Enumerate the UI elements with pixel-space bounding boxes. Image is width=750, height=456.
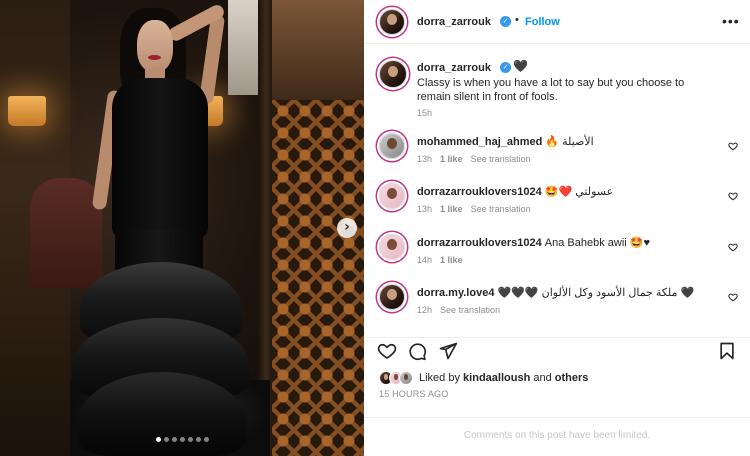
caption-time[interactable]: 15h	[417, 108, 432, 118]
carousel-indicator	[0, 437, 364, 442]
share-icon[interactable]	[438, 341, 458, 361]
carousel-dot	[195, 437, 201, 442]
comment-like-count[interactable]: 1 like	[440, 154, 463, 164]
bookmark-icon[interactable]	[717, 341, 737, 361]
commenter-avatar[interactable]	[379, 284, 405, 310]
comment-like-heart-icon[interactable]	[728, 141, 738, 151]
verified-badge-icon: ✓	[500, 16, 511, 27]
comment-time[interactable]: 12h	[417, 305, 432, 315]
comments-limited-notice: Comments on this post have been limited.	[364, 417, 750, 456]
comment-text: 🤩❤️ عسولتي	[544, 186, 614, 198]
post-photo[interactable]: ›	[0, 0, 364, 456]
likes-others-link[interactable]: others	[555, 372, 589, 384]
follow-button[interactable]: Follow	[525, 16, 560, 28]
comment-item: mohammed_haj_ahmed 🔥 الأصيلة 13h 1 like Se…	[364, 133, 750, 183]
commenter-username[interactable]: dorrazarrouklovers1024	[417, 186, 542, 198]
comment-body: mohammed_haj_ahmed 🔥 الأصيلة	[417, 135, 594, 148]
comment-item: dorra.my.love4 🖤🖤🖤 ملكة جمال الأسود وكل …	[364, 284, 750, 325]
commenter-username[interactable]: mohammed_haj_ahmed	[417, 136, 542, 148]
commenter-avatar[interactable]	[379, 234, 405, 260]
see-translation-link[interactable]: See translation	[471, 204, 531, 214]
liker-username[interactable]: kindaalloush	[463, 372, 530, 384]
comment-meta: 12h See translation	[417, 305, 508, 315]
comment-text: 🖤🖤🖤 ملكة جمال الأسود وكل الألوان 🖤	[497, 287, 695, 299]
header-separator: •	[515, 14, 519, 26]
comment-time[interactable]: 13h	[417, 204, 432, 214]
commenter-username[interactable]: dorra.my.love4	[417, 287, 494, 299]
more-options-icon[interactable]: •••	[722, 13, 740, 29]
comment-meta: 13h 1 like See translation	[417, 154, 539, 164]
carousel-dot	[179, 437, 185, 442]
post-header: dorra_zarrouk ✓ • Follow •••	[364, 0, 750, 44]
comment-like-count[interactable]: 1 like	[440, 204, 463, 214]
comment-body: dorrazarrouklovers1024 Ana Bahebk awii 🤩…	[417, 236, 650, 249]
comment-item: dorrazarrouklovers1024 🤩❤️ عسولتي 13h 1 l…	[364, 183, 750, 233]
commenter-avatar[interactable]	[379, 183, 405, 209]
commenter-username[interactable]: dorrazarrouklovers1024	[417, 237, 542, 249]
comment-like-heart-icon[interactable]	[728, 292, 738, 302]
likes-text: Liked by kindaalloush and others	[419, 372, 589, 384]
caption-text: Classy is when you have a lot to say but…	[417, 77, 685, 103]
comment-icon[interactable]	[407, 341, 427, 361]
post-details-panel: dorra_zarrouk ✓ • Follow ••• dorra_zarro…	[364, 0, 750, 456]
liker-avatar[interactable]	[399, 371, 413, 385]
verified-badge-icon: ✓	[500, 62, 511, 73]
caption-username[interactable]: dorra_zarrouk	[417, 62, 491, 74]
author-username[interactable]: dorra_zarrouk	[417, 16, 491, 28]
post-actions-bar	[364, 337, 750, 363]
caption-emoji: 🖤	[513, 59, 528, 73]
comment-text: 🔥 الأصيلة	[545, 136, 594, 148]
see-translation-link[interactable]: See translation	[440, 305, 500, 315]
comment-like-heart-icon[interactable]	[728, 191, 738, 201]
comment-time[interactable]: 13h	[417, 154, 432, 164]
comments-list[interactable]: dorra_zarrouk ✓ 🖤 Classy is when you hav…	[364, 45, 750, 325]
likes-summary: Liked by kindaalloush and others	[379, 370, 588, 386]
comment-time[interactable]: 14h	[417, 255, 432, 265]
comment-item: dorrazarrouklovers1024 Ana Bahebk awii 🤩…	[364, 234, 750, 284]
carousel-dot	[155, 437, 161, 442]
instagram-post: › dorra_zarrouk ✓ • Follow ••• dorra_zar…	[0, 0, 750, 456]
comment-like-heart-icon[interactable]	[728, 242, 738, 252]
commenter-avatar[interactable]	[379, 133, 405, 159]
comment-meta: 13h 1 like See translation	[417, 204, 539, 214]
carousel-next-button[interactable]: ›	[337, 218, 357, 238]
carousel-dot	[203, 437, 209, 442]
comment-body: dorra.my.love4 🖤🖤🖤 ملكة جمال الأسود وكل …	[417, 286, 694, 299]
heart-icon[interactable]	[377, 341, 397, 361]
carousel-dot	[171, 437, 177, 442]
woman-figure	[0, 0, 364, 456]
post-timestamp[interactable]: 15 HOURS AGO	[379, 389, 448, 399]
see-translation-link[interactable]: See translation	[471, 154, 531, 164]
author-avatar[interactable]	[379, 9, 405, 35]
comment-meta: 14h 1 like	[417, 255, 471, 265]
carousel-dot	[163, 437, 169, 442]
comment-text: Ana Bahebk awii 🤩♥	[544, 237, 651, 249]
comment-body: dorrazarrouklovers1024 🤩❤️ عسولتي	[417, 185, 613, 198]
comment-like-count[interactable]: 1 like	[440, 255, 463, 265]
caption-avatar[interactable]	[379, 60, 407, 88]
carousel-dot	[187, 437, 193, 442]
